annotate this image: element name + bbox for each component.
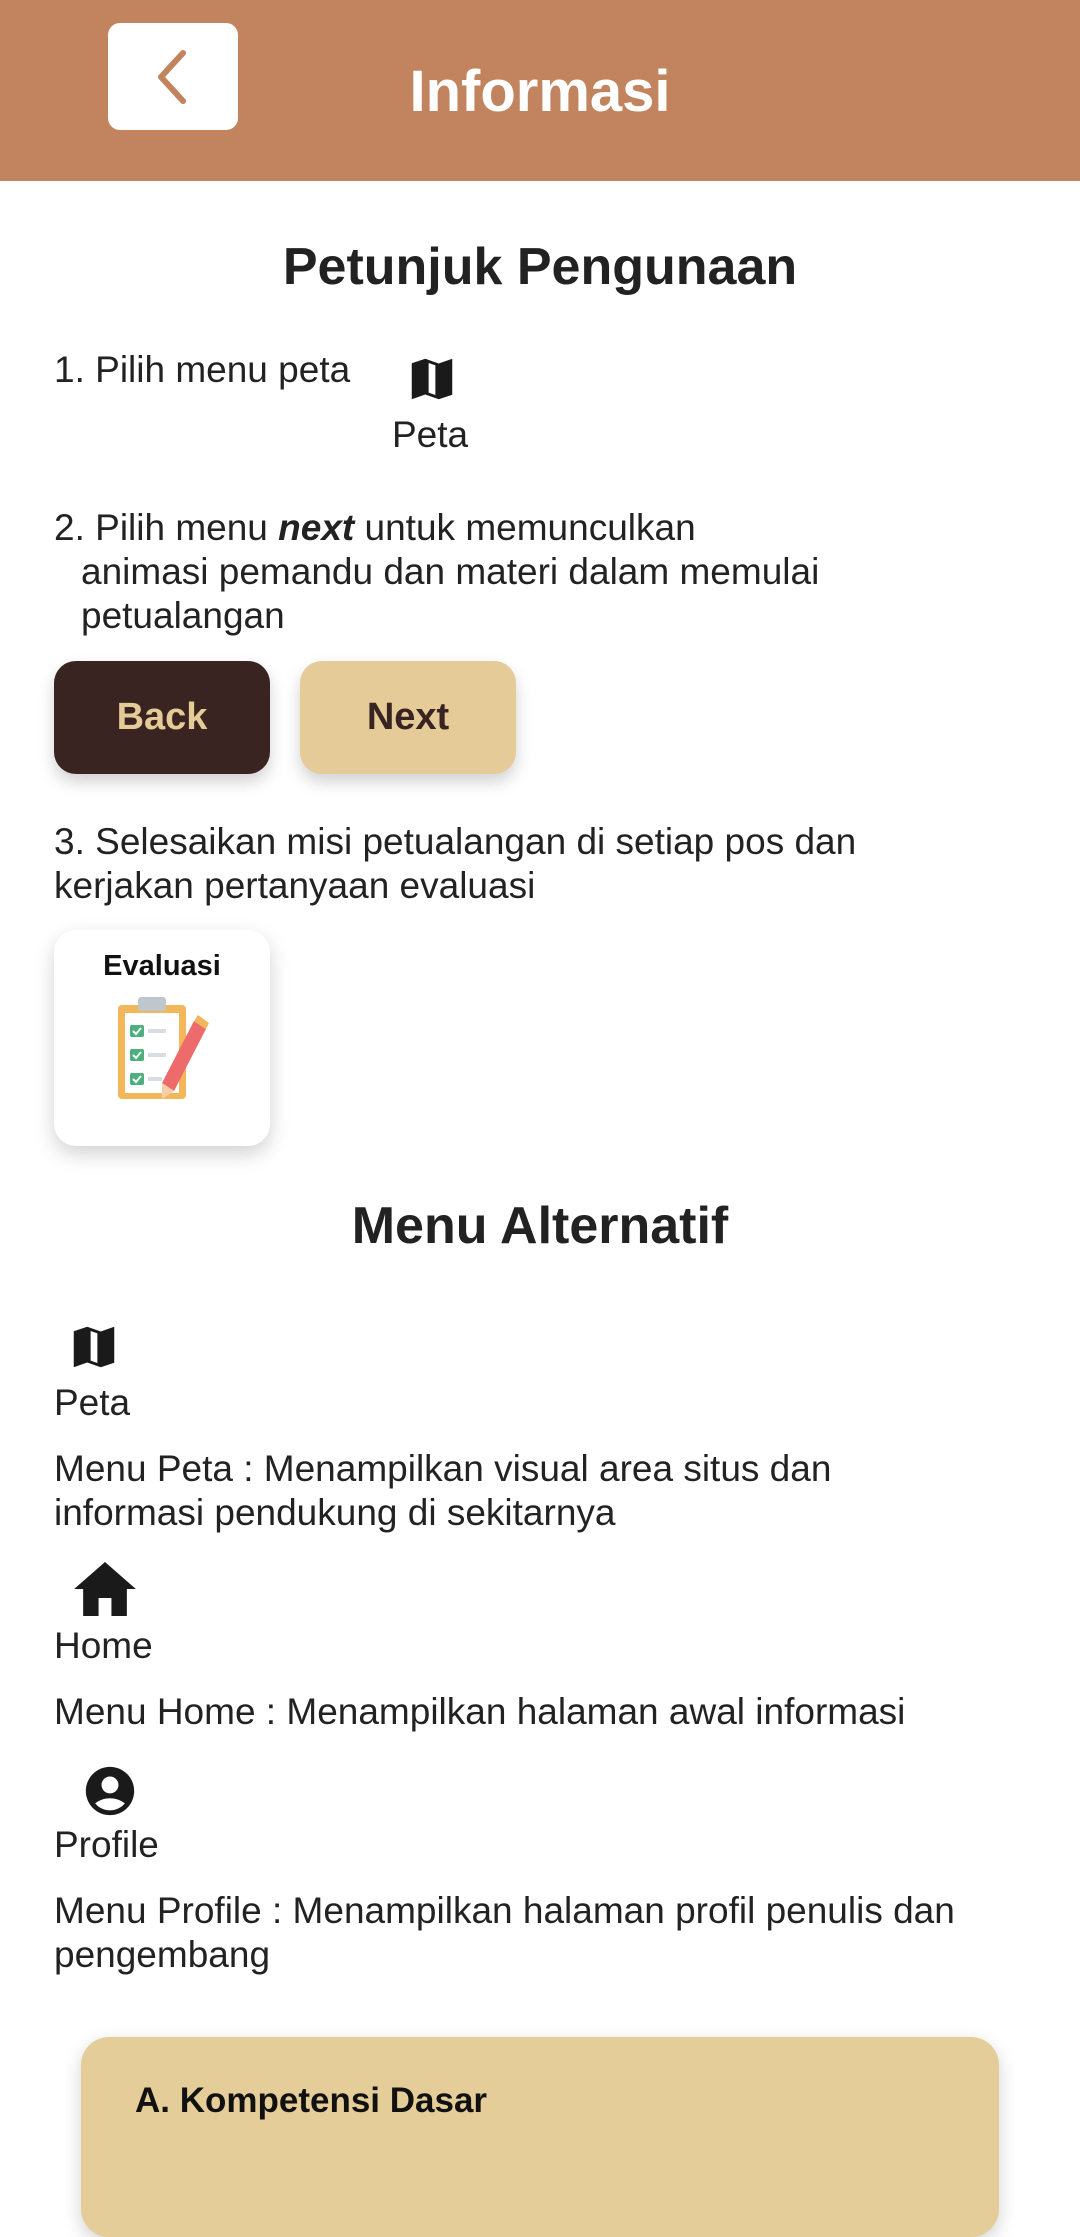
step3-line2: kerjakan pertanyaan evaluasi	[54, 865, 536, 906]
map-icon[interactable]	[66, 1320, 122, 1374]
alt-item-desc-home: Menu Home : Menampilkan halaman awal inf…	[54, 1691, 906, 1732]
evaluasi-label: Evaluasi	[103, 950, 221, 982]
map-menu-label: Peta	[392, 414, 469, 455]
alt-item-desc-profile-2: pengembang	[54, 1934, 271, 1975]
alt-item-label-peta: Peta	[54, 1382, 131, 1423]
map-icon[interactable]	[404, 352, 460, 406]
kompetensi-dasar-title: A. Kompetensi Dasar	[135, 2081, 488, 2120]
home-icon[interactable]	[74, 1562, 136, 1616]
app-header: Informasi	[0, 0, 1080, 181]
alt-item-label-profile: Profile	[54, 1824, 159, 1865]
step2-suffix: untuk memunculkan	[354, 507, 696, 548]
account-circle-icon[interactable]	[81, 1762, 139, 1820]
guide-title: Petunjuk Pengunaan	[282, 238, 798, 296]
next-demo-button[interactable]: Next	[300, 661, 516, 774]
step2-emphasis: next	[278, 507, 355, 548]
step2-line2: animasi pemandu dan materi dalam memulai	[81, 551, 820, 592]
back-demo-button[interactable]: Back	[54, 661, 270, 774]
step3-line1: 3. Selesaikan misi petualangan di setiap…	[54, 821, 857, 862]
step2-prefix: 2. Pilih menu	[54, 507, 279, 548]
step2-line3: petualangan	[81, 595, 285, 636]
page-title: Informasi	[409, 59, 671, 124]
alt-item-desc-peta-1: Menu Peta : Menampilkan visual area situ…	[54, 1448, 832, 1489]
alt-item-desc-profile-1: Menu Profile : Menampilkan halaman profi…	[54, 1890, 955, 1931]
alt-menu-title: Menu Alternatif	[351, 1197, 729, 1255]
alt-item-label-home: Home	[54, 1625, 153, 1666]
evaluasi-card[interactable]: Evaluasi	[54, 930, 270, 1146]
alt-item-desc-peta-2: informasi pendukung di sekitarnya	[54, 1492, 616, 1533]
step1-text: 1. Pilih menu peta	[54, 349, 351, 390]
clipboard-checklist-icon	[118, 997, 209, 1099]
kompetensi-dasar-card[interactable]: A. Kompetensi Dasar	[81, 2037, 999, 2237]
step2-line1: 2. Pilih menu next untuk memunculkan	[54, 506, 696, 550]
